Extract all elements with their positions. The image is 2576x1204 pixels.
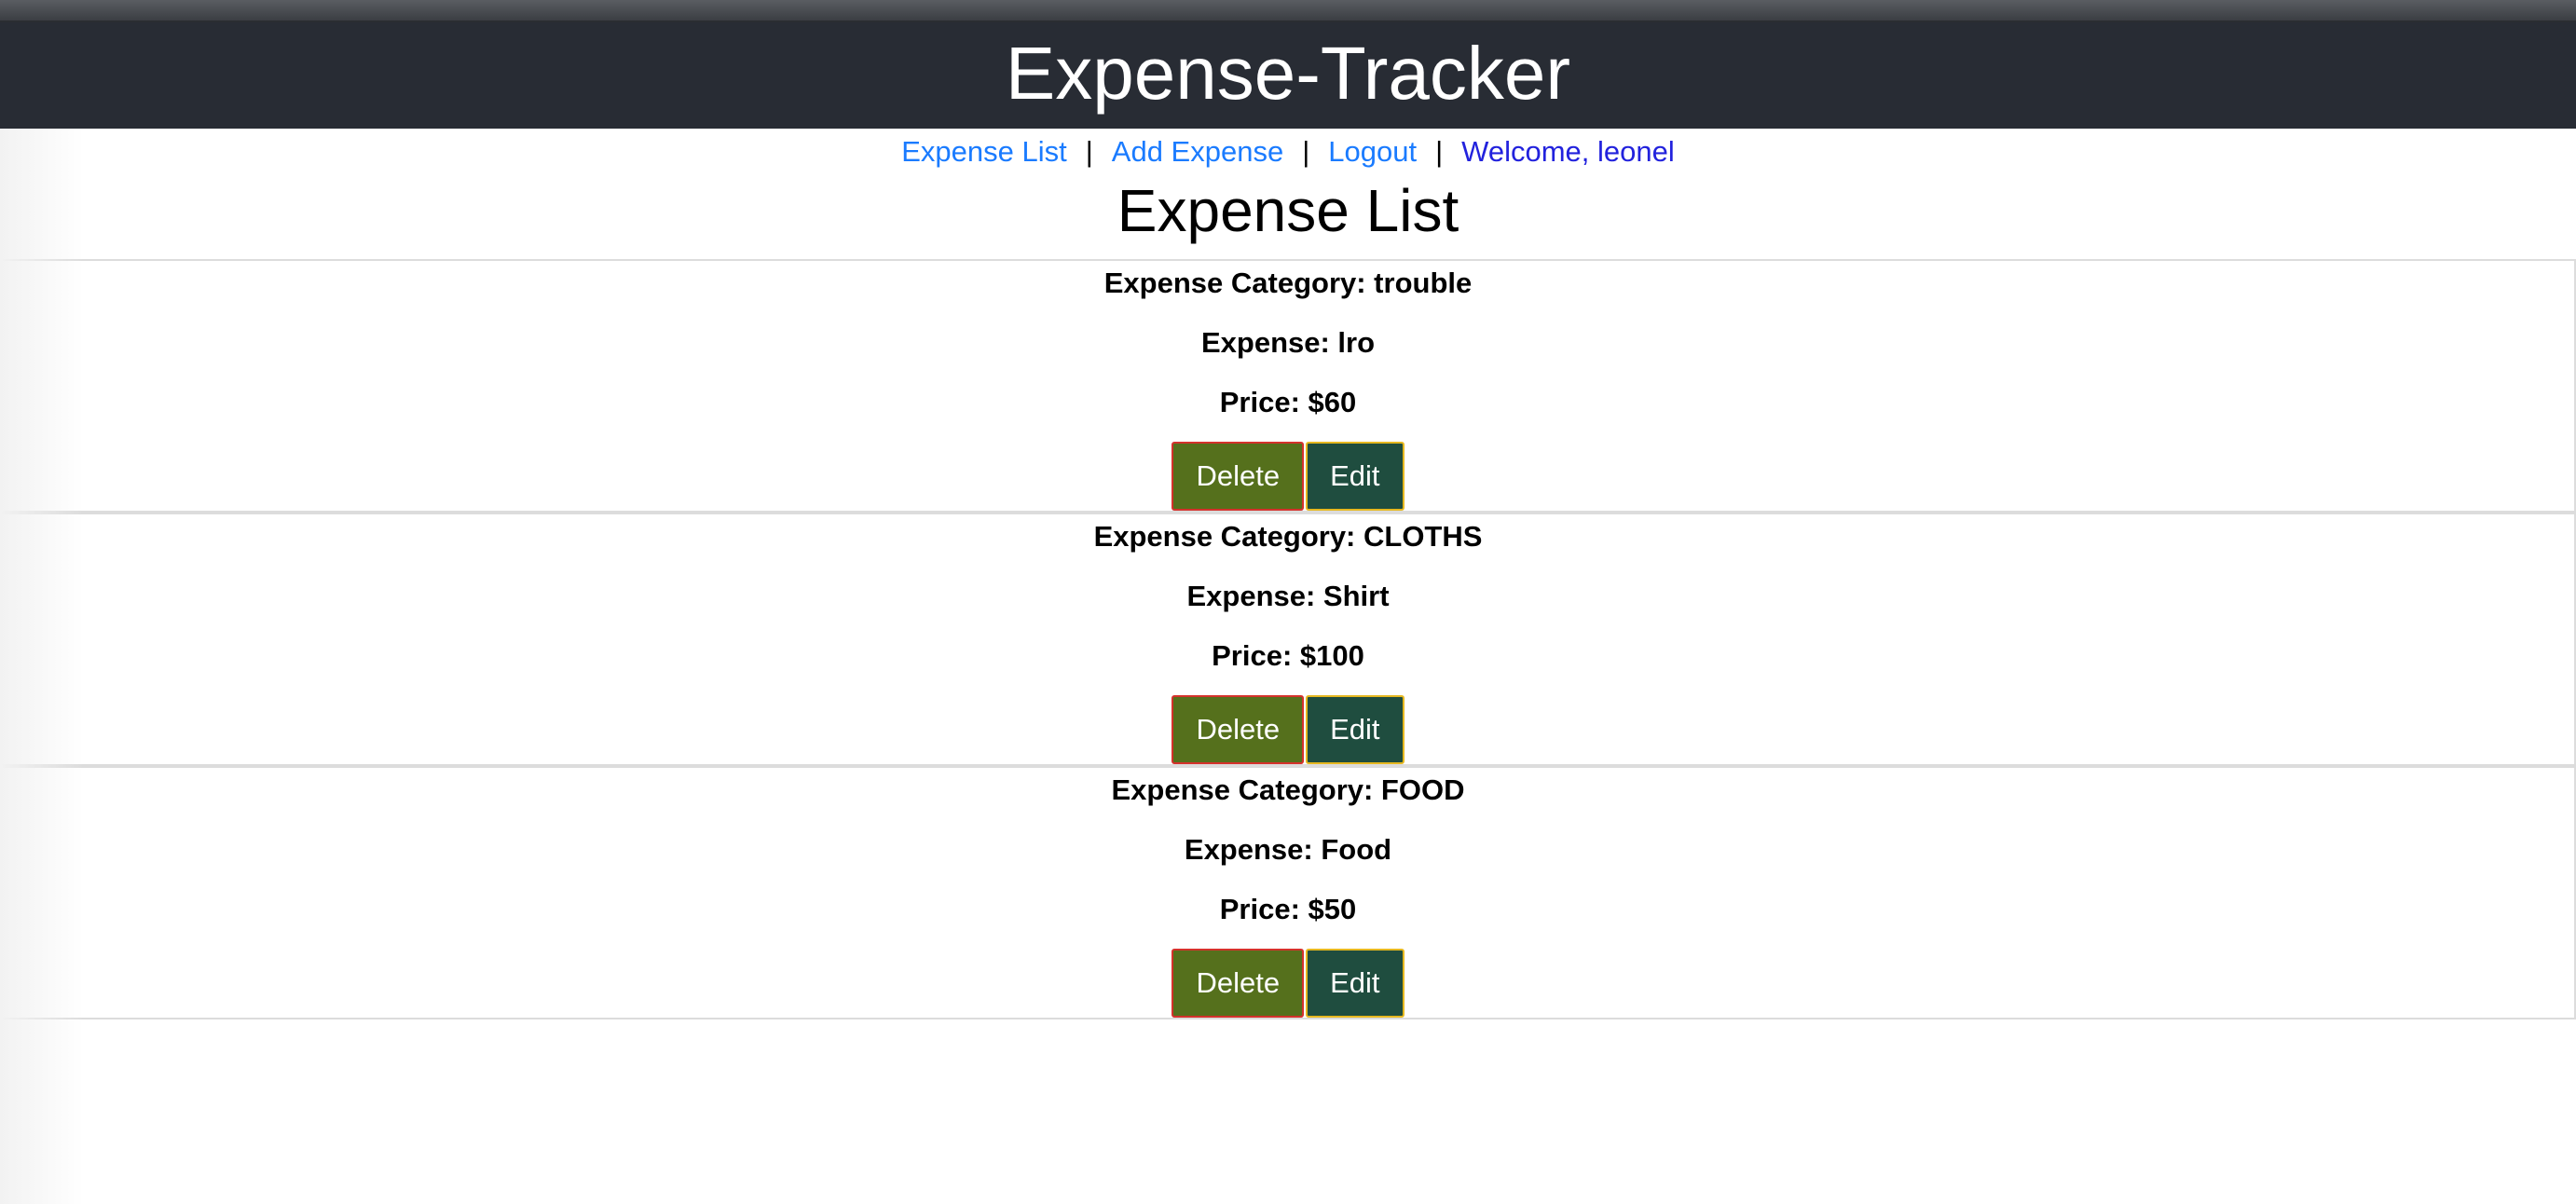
nav-separator: | <box>1302 135 1310 168</box>
nav-bar: Expense List | Add Expense | Logout | We… <box>0 130 2576 173</box>
expense-category: Expense Category: CLOTHS <box>1093 520 1483 553</box>
expense-price: Price: $100 <box>1212 639 1364 672</box>
expense-price: Price: $50 <box>1219 893 1357 925</box>
nav-link-logout[interactable]: Logout <box>1328 135 1417 169</box>
expense-category: Expense Category: FOOD <box>1111 773 1465 806</box>
edit-button[interactable]: Edit <box>1306 695 1404 764</box>
nav-link-add-expense[interactable]: Add Expense <box>1112 135 1283 169</box>
welcome-message: Welcome, leonel <box>1461 135 1675 168</box>
nav-link-expense-list[interactable]: Expense List <box>901 135 1067 169</box>
expense-category: Expense Category: trouble <box>1103 267 1473 299</box>
card-actions: Delete Edit <box>2 949 2574 1018</box>
expense-name: Expense: lro <box>1200 326 1376 359</box>
card-actions: Delete Edit <box>2 695 2574 764</box>
delete-button[interactable]: Delete <box>1172 949 1305 1018</box>
expense-name: Expense: Food <box>1184 833 1392 866</box>
browser-bookmarks-strip <box>0 0 2576 22</box>
page-title: Expense List <box>1117 177 1459 244</box>
expense-list: Expense Category: trouble Expense: lro P… <box>0 259 2576 1019</box>
app-header: Expense-Tracker <box>0 22 2576 129</box>
app-title: Expense-Tracker <box>1005 32 1571 115</box>
expense-card: Expense Category: CLOTHS Expense: Shirt … <box>0 513 2576 766</box>
edit-button[interactable]: Edit <box>1306 442 1404 511</box>
expense-name: Expense: Shirt <box>1186 580 1390 612</box>
delete-button[interactable]: Delete <box>1172 695 1305 764</box>
left-edge-shade <box>0 129 84 1204</box>
expense-card: Expense Category: trouble Expense: lro P… <box>0 259 2576 513</box>
delete-button[interactable]: Delete <box>1172 442 1305 511</box>
nav-separator: | <box>1085 135 1093 168</box>
expense-card: Expense Category: FOOD Expense: Food Pri… <box>0 766 2576 1019</box>
expense-price: Price: $60 <box>1219 386 1357 418</box>
nav-separator: | <box>1435 135 1444 168</box>
card-actions: Delete Edit <box>2 442 2574 511</box>
edit-button[interactable]: Edit <box>1306 949 1404 1018</box>
